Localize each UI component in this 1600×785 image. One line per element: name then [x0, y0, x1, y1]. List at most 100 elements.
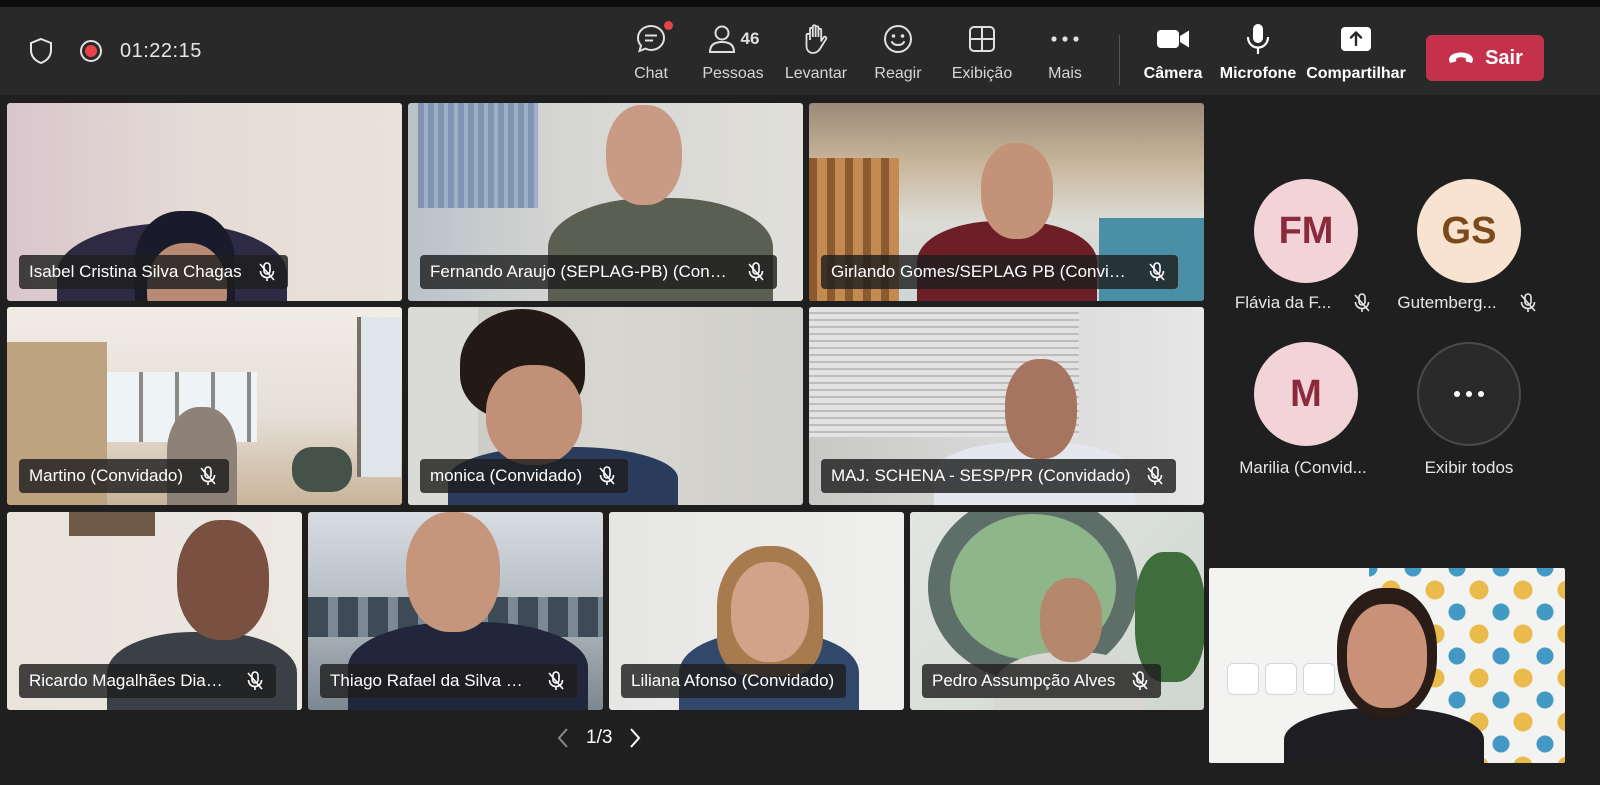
- mic-off-icon: [548, 671, 564, 690]
- video-tile[interactable]: MAJ. SCHENA - SESP/PR (Convidado): [809, 307, 1204, 505]
- video-tile[interactable]: Liliana Afonso (Convidado): [609, 512, 904, 710]
- participant-face: [1040, 578, 1102, 662]
- avatar[interactable]: GS: [1417, 179, 1521, 283]
- participant-nametag: Martino (Convidado): [19, 459, 230, 493]
- view-all-button[interactable]: [1417, 342, 1521, 446]
- participant-nametag: Girlando Gomes/SEPLAG PB (Convida...: [821, 255, 1178, 289]
- video-tile[interactable]: Pedro Assumpção Alves: [910, 512, 1204, 710]
- participant-nametag: Ricardo Magalhães Dias ...: [19, 664, 276, 698]
- more-icon: [1050, 21, 1080, 57]
- participant-name: Liliana Afonso (Convidado): [631, 671, 835, 690]
- mic-off-icon: [1149, 262, 1165, 281]
- share-button[interactable]: Compartilhar: [1306, 21, 1406, 83]
- share-icon: [1340, 21, 1372, 57]
- raise-hand-label: Levantar: [784, 65, 848, 82]
- meeting-toolbar: 01:22:15 Chat 46 Pessoas Levantar Reagir…: [0, 7, 1600, 95]
- recording-icon: [80, 40, 102, 62]
- self-view[interactable]: [1209, 568, 1565, 763]
- chat-button[interactable]: Chat: [606, 21, 696, 83]
- video-tile[interactable]: Thiago Rafael da Silva R...: [308, 512, 603, 710]
- mic-off-icon: [599, 466, 615, 485]
- participant-nametag: Isabel Cristina Silva Chagas: [19, 255, 288, 289]
- chevron-left-icon[interactable]: [556, 727, 570, 749]
- chat-icon: [635, 21, 673, 57]
- avatar-name-row: Gutemberg...: [1392, 293, 1542, 313]
- camera-button[interactable]: Câmera: [1128, 21, 1218, 83]
- participant-name: Girlando Gomes/SEPLAG PB (Convida...: [831, 262, 1132, 281]
- app-icons: [1227, 663, 1337, 701]
- avatar-initials: M: [1290, 372, 1322, 415]
- people-button[interactable]: 46 Pessoas: [688, 21, 778, 83]
- camera-icon: [1156, 21, 1190, 57]
- mic-off-icon: [748, 262, 764, 281]
- avatar-name: Marilia (Convid...: [1239, 458, 1367, 477]
- raise-hand-button[interactable]: Levantar: [771, 21, 861, 83]
- avatar-initials: FM: [1278, 209, 1334, 252]
- video-tile[interactable]: monica (Convidado): [408, 307, 803, 505]
- participant-face: [1005, 359, 1077, 459]
- microphone-icon: [1245, 21, 1271, 57]
- pagination: 1/3: [556, 727, 642, 749]
- page-indicator: 1/3: [586, 727, 613, 748]
- view-all-label: Exibir todos: [1424, 458, 1514, 477]
- people-icon-group: 46: [707, 21, 759, 57]
- microphone-button[interactable]: Microfone: [1213, 21, 1303, 83]
- participant-name: Ricardo Magalhães Dias ...: [29, 671, 230, 690]
- participant-face: [486, 365, 582, 465]
- video-tile[interactable]: Martino (Convidado): [7, 307, 402, 505]
- participant-nametag: Fernando Araujo (SEPLAG-PB) (Convi...: [420, 255, 777, 289]
- participant-face: [406, 512, 500, 632]
- chevron-right-icon[interactable]: [628, 727, 642, 749]
- participant-name: Pedro Assumpção Alves: [932, 671, 1116, 690]
- avatar-name: Flávia da F...: [1234, 293, 1332, 312]
- app-icon: [1303, 663, 1335, 695]
- react-label: Reagir: [874, 65, 922, 82]
- chat-label: Chat: [634, 65, 668, 82]
- people-icon: [708, 25, 735, 53]
- mic-off-icon: [1147, 466, 1164, 485]
- video-tile[interactable]: Girlando Gomes/SEPLAG PB (Convida...: [809, 103, 1204, 301]
- wall-frame: [69, 512, 155, 536]
- more-button[interactable]: Mais: [1020, 21, 1110, 83]
- green-chair: [292, 447, 352, 492]
- toolbar-divider: [1119, 35, 1120, 85]
- video-tile[interactable]: Isabel Cristina Silva Chagas: [7, 103, 402, 301]
- window-blinds: [418, 103, 538, 208]
- mic-off-icon: [200, 466, 216, 485]
- participant-name: MAJ. SCHENA - SESP/PR (Convidado): [831, 466, 1131, 485]
- leave-button[interactable]: Sair: [1426, 35, 1544, 81]
- share-label: Compartilhar: [1306, 65, 1406, 82]
- window-top-edge: [0, 0, 1600, 7]
- react-button[interactable]: Reagir: [853, 21, 943, 83]
- video-tile[interactable]: Ricardo Magalhães Dias ...: [7, 512, 302, 710]
- view-button[interactable]: Exibição: [937, 21, 1027, 83]
- more-icon: [1454, 391, 1484, 397]
- avatar-name-row: Marilia (Convid...: [1228, 458, 1378, 478]
- shield-icon[interactable]: [28, 37, 54, 65]
- mic-off-icon: [259, 262, 275, 281]
- participant-nametag: Thiago Rafael da Silva R...: [320, 664, 577, 698]
- hand-icon: [801, 21, 831, 57]
- participant-name: Isabel Cristina Silva Chagas: [29, 262, 242, 281]
- self-face: [1347, 604, 1427, 708]
- leave-label: Sair: [1485, 46, 1523, 69]
- app-icon: [1265, 663, 1297, 695]
- participant-face: [177, 520, 269, 640]
- mic-off-icon: [247, 671, 263, 690]
- avatar[interactable]: M: [1254, 342, 1358, 446]
- mic-off-icon: [1132, 671, 1148, 690]
- avatar-initials: GS: [1441, 209, 1497, 252]
- participant-face: [981, 143, 1053, 239]
- participant-name: monica (Convidado): [430, 466, 583, 485]
- participant-nametag: MAJ. SCHENA - SESP/PR (Convidado): [821, 459, 1177, 493]
- participant-name: Fernando Araujo (SEPLAG-PB) (Convi...: [430, 262, 731, 281]
- mic-off-icon: [1520, 293, 1536, 312]
- participant-nametag: Pedro Assumpção Alves: [922, 664, 1162, 698]
- chat-unread-badge: [664, 21, 673, 30]
- participant-name: Martino (Convidado): [29, 466, 184, 485]
- video-tile[interactable]: Fernando Araujo (SEPLAG-PB) (Convi...: [408, 103, 803, 301]
- plant: [1135, 552, 1204, 682]
- participant-face: [731, 562, 809, 662]
- avatar[interactable]: FM: [1254, 179, 1358, 283]
- view-label: Exibição: [951, 65, 1013, 82]
